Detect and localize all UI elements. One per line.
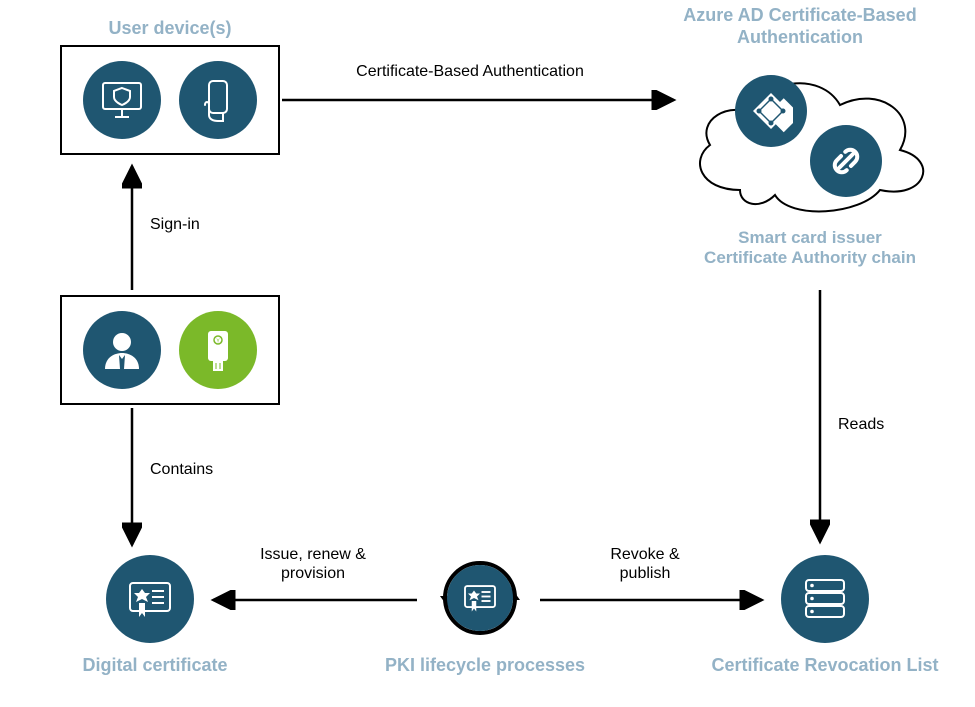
pki-lifecycle-node xyxy=(425,548,535,631)
cloud-icon xyxy=(680,60,940,220)
arrow-issue xyxy=(205,590,420,610)
security-key-icon: Y xyxy=(179,311,257,389)
crl-label: Certificate Revocation List xyxy=(680,655,970,677)
edge-signin-label: Sign-in xyxy=(150,215,200,234)
arrow-signin xyxy=(122,158,142,293)
azure-ad-cloud xyxy=(680,60,940,220)
edge-contains-label: Contains xyxy=(150,460,213,479)
edge-cba-label: Certificate-Based Authentication xyxy=(320,62,620,81)
user-devices-label: User device(s) xyxy=(60,18,280,40)
certificate-icon xyxy=(447,565,513,631)
chain-link-icon xyxy=(810,125,882,197)
user-devices-box xyxy=(60,45,280,155)
certificate-icon xyxy=(106,555,194,643)
arrow-contains xyxy=(122,408,142,553)
arrow-cba xyxy=(282,90,682,110)
digital-certificate-node xyxy=(100,555,200,643)
server-list-icon xyxy=(781,555,869,643)
arrow-reads xyxy=(810,290,830,550)
business-user-icon xyxy=(83,311,161,389)
edge-revoke-label: Revoke & publish xyxy=(590,545,700,583)
crl-node xyxy=(775,555,875,643)
arrow-revoke xyxy=(540,590,770,610)
azure-ad-label: Azure AD Certificate-Based Authenticatio… xyxy=(655,5,945,48)
pki-lifecycle-label: PKI lifecycle processes xyxy=(370,655,600,677)
edge-reads-label: Reads xyxy=(838,415,884,434)
diamond-nodes-icon xyxy=(735,75,807,147)
edge-issue-label: Issue, renew & provision xyxy=(248,545,378,583)
monitor-shield-icon xyxy=(83,61,161,139)
user-smartcard-box: Y xyxy=(60,295,280,405)
digital-certificate-label: Digital certificate xyxy=(60,655,250,677)
mobile-hand-icon xyxy=(179,61,257,139)
azure-ad-sublabel: Smart card issuer Certificate Authority … xyxy=(680,228,940,269)
